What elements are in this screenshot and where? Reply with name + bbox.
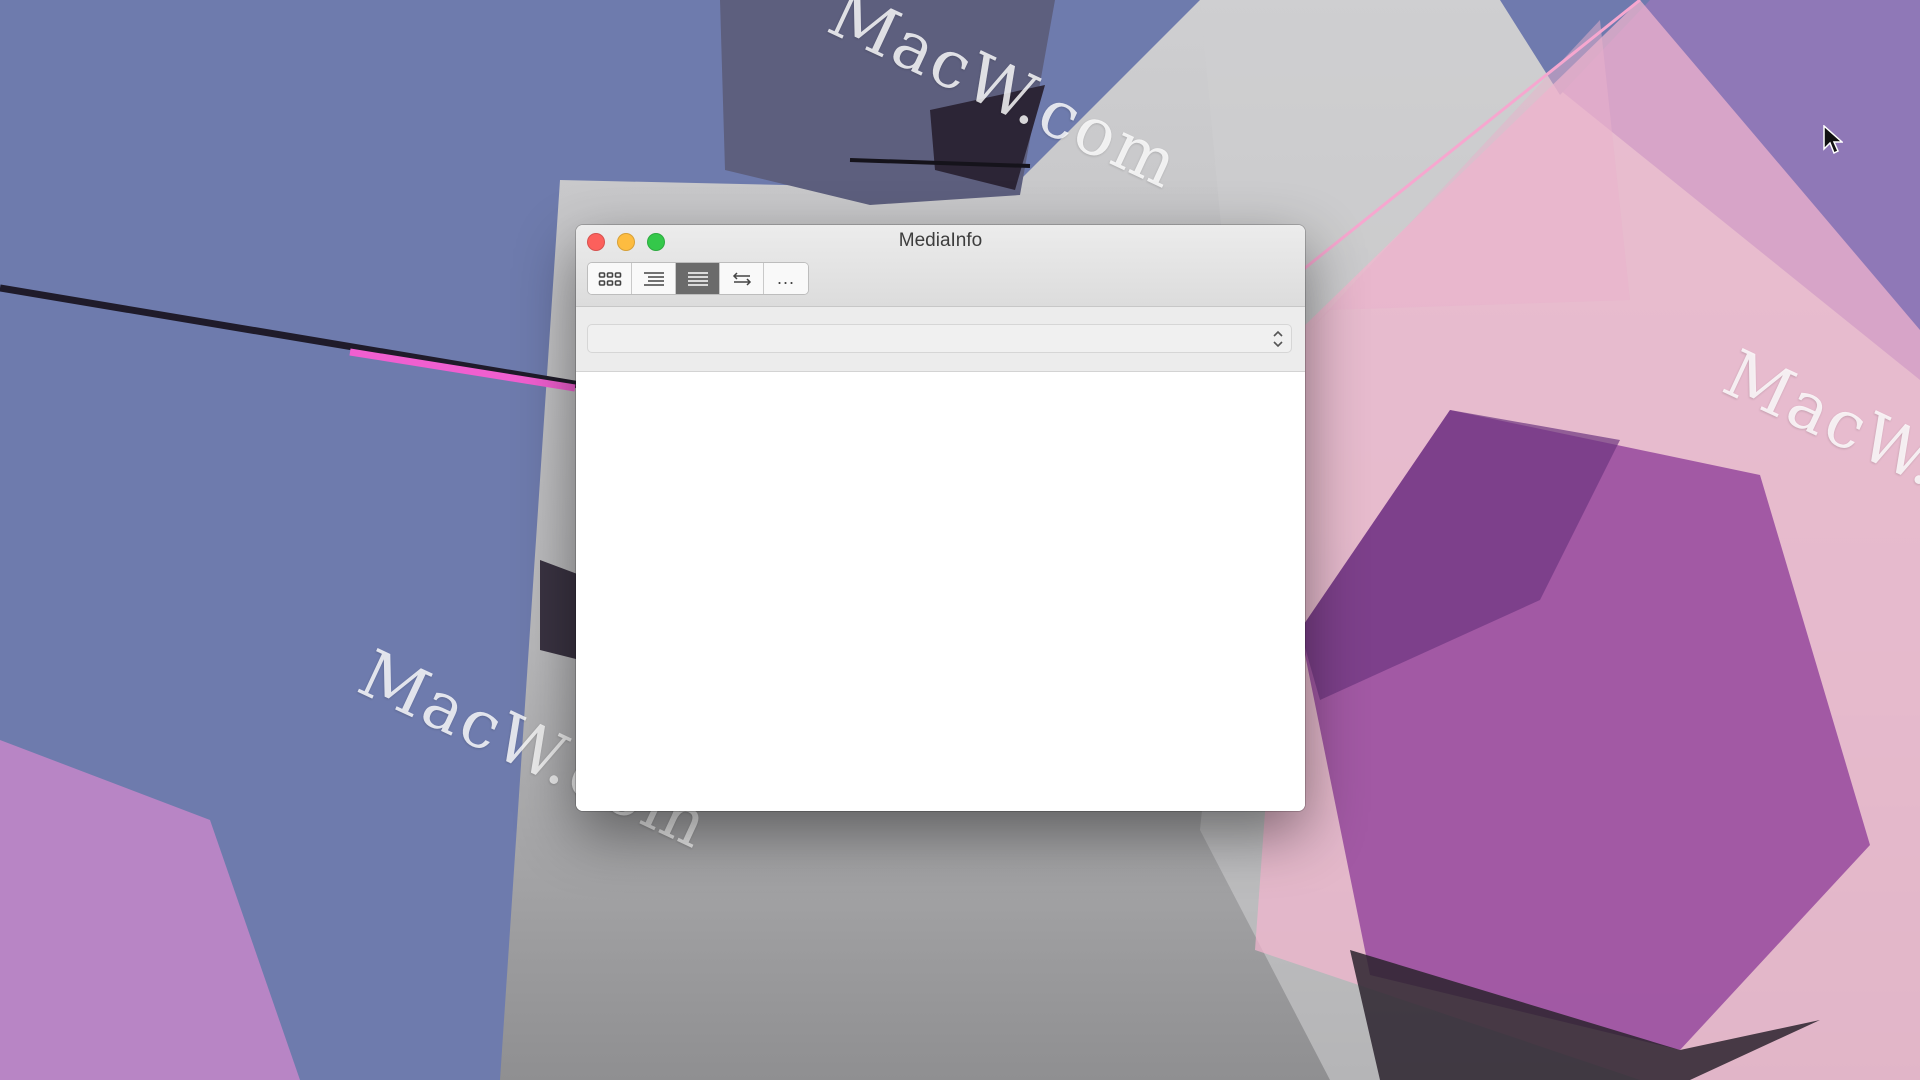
text-view-button[interactable] xyxy=(676,263,720,294)
mouse-pointer-icon xyxy=(1823,125,1843,155)
compare-arrows-icon xyxy=(732,271,751,286)
grid-view-button[interactable] xyxy=(588,263,632,294)
up-down-chevron-icon xyxy=(1273,330,1283,348)
tree-view-icon xyxy=(643,271,664,286)
window-titlebar[interactable]: MediaInfo ... xyxy=(576,225,1305,307)
more-icon: ... xyxy=(776,268,795,288)
mediainfo-window: MediaInfo ... xyxy=(576,225,1305,811)
window-title: MediaInfo xyxy=(898,230,983,251)
media-info-content[interactable] xyxy=(576,373,1305,811)
desktop: MacW.com MacW.com MacW.com MediaInfo ... xyxy=(0,0,1920,1080)
file-select-popup[interactable] xyxy=(587,324,1292,353)
tree-view-button[interactable] xyxy=(632,263,676,294)
view-mode-segmented-control: ... xyxy=(587,262,809,295)
more-options-button[interactable]: ... xyxy=(764,263,808,294)
file-selector-bar xyxy=(576,307,1305,372)
grid-view-icon xyxy=(598,271,621,286)
compare-view-button[interactable] xyxy=(720,263,764,294)
text-view-icon xyxy=(687,271,708,286)
